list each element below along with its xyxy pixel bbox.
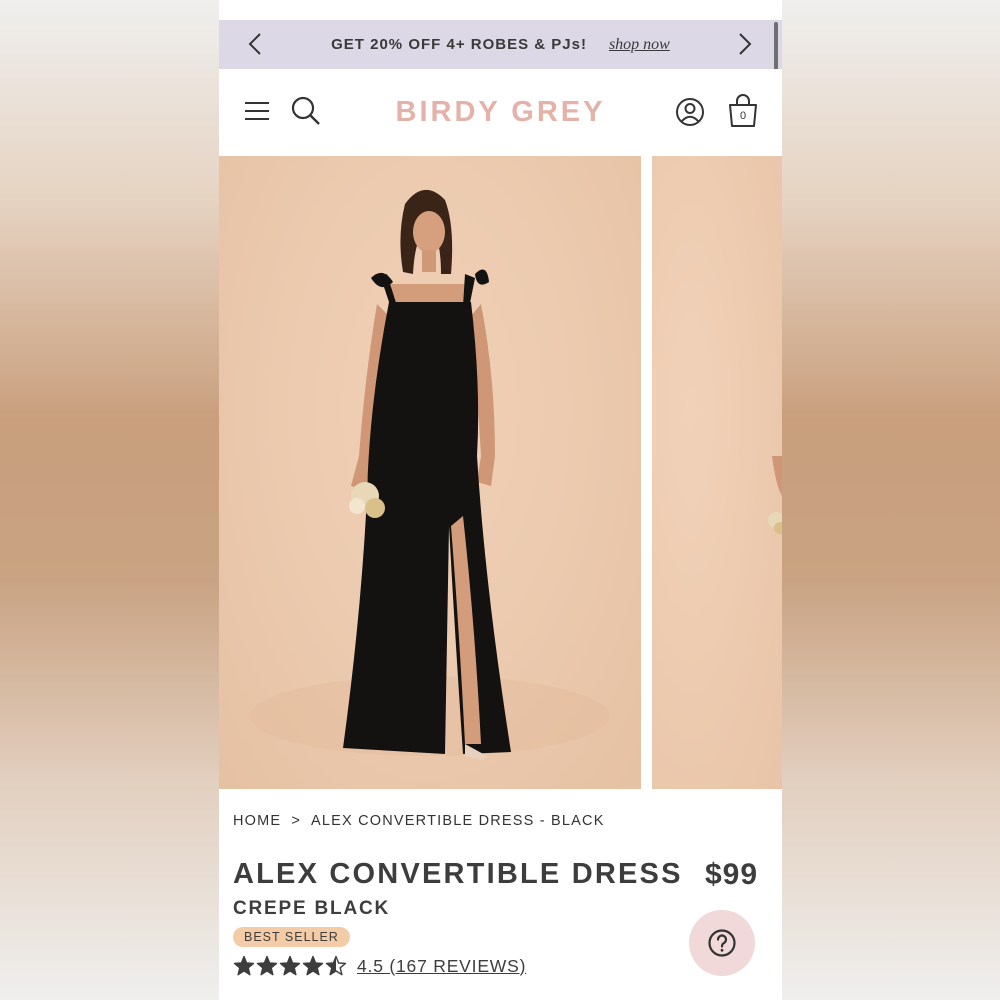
star-icon (302, 955, 324, 976)
user-icon (676, 98, 704, 126)
breadcrumb-current: ALEX CONVERTIBLE DRESS - BLACK (310, 813, 605, 829)
product-photo-main[interactable] (219, 156, 641, 789)
product-rating[interactable]: 4.5 (167 REVIEWS) (233, 955, 526, 977)
breadcrumb: HOME > ALEX CONVERTIBLE DRESS - BLACK (233, 813, 605, 829)
promo-banner: GET 20% OFF 4+ ROBES & PJs! shop now (219, 20, 782, 69)
shopping-bag-icon: 0 (729, 94, 757, 127)
product-image-carousel[interactable] (219, 156, 782, 789)
model-in-black-dress-image (250, 189, 610, 760)
product-price: $99 (705, 858, 759, 891)
star-icon (279, 955, 301, 976)
star-icon (233, 955, 255, 976)
product-color: CREPE BLACK (233, 898, 391, 919)
cart-button[interactable]: 0 (727, 94, 759, 133)
mobile-screen: GET 20% OFF 4+ ROBES & PJs! shop now BIR… (219, 0, 782, 1000)
product-photo-next[interactable] (652, 156, 782, 789)
help-button[interactable] (689, 910, 755, 976)
cart-count: 0 (740, 110, 746, 122)
star-icon (325, 955, 347, 976)
question-mark-icon (708, 929, 736, 957)
model-partial-image (768, 456, 782, 534)
promo-shop-now-link[interactable]: shop now (609, 36, 670, 54)
breadcrumb-home-link[interactable]: HOME (233, 813, 281, 829)
promo-prev-button[interactable] (241, 30, 269, 58)
promo-next-button[interactable] (731, 30, 759, 58)
account-button[interactable] (675, 97, 705, 132)
breadcrumb-separator: > (291, 813, 301, 829)
blurred-background-right (782, 0, 1000, 1000)
site-header: BIRDY GREY 0 (219, 69, 782, 156)
reviews-link[interactable]: 4.5 (167 REVIEWS) (357, 956, 526, 977)
product-title: ALEX CONVERTIBLE DRESS (233, 858, 683, 890)
blurred-background-left (0, 0, 219, 1000)
promo-text: GET 20% OFF 4+ ROBES & PJs! (331, 36, 587, 53)
chevron-right-icon (739, 33, 752, 55)
star-icon (256, 955, 278, 976)
chevron-left-icon (248, 33, 261, 55)
best-seller-badge: BEST SELLER (233, 927, 350, 947)
rating-stars (233, 955, 347, 977)
